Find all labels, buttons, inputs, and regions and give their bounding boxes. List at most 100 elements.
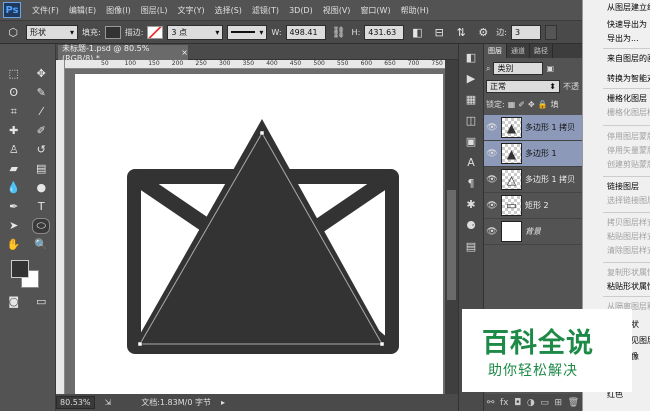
character-panel-icon[interactable]: A bbox=[461, 154, 481, 170]
eye-icon[interactable]: 👁 bbox=[486, 123, 498, 133]
sides-field[interactable]: 3 bbox=[510, 24, 541, 40]
link-dimensions-icon[interactable]: ⛓ bbox=[330, 24, 348, 40]
layer-row[interactable]: 👁 △ 多边形 1 拷贝 bbox=[484, 167, 582, 193]
eye-icon[interactable]: 👁 bbox=[486, 149, 498, 159]
history-brush-tool-icon[interactable]: ↺ bbox=[32, 142, 50, 158]
stroke-type-select[interactable]: ▾ bbox=[227, 24, 268, 40]
marquee-tool-icon[interactable]: ⬚ bbox=[5, 66, 23, 82]
eye-icon[interactable]: 👁 bbox=[486, 175, 498, 185]
export-icon[interactable]: ⇲ bbox=[105, 398, 112, 407]
menu-3d[interactable]: 3D(D) bbox=[284, 6, 318, 15]
fx-icon[interactable]: fx bbox=[500, 398, 509, 408]
eye-icon[interactable]: 👁 bbox=[486, 201, 498, 211]
fill-swatch[interactable] bbox=[104, 25, 121, 39]
zoom-tool-icon[interactable]: 🔍 bbox=[32, 237, 50, 253]
context-menu-item[interactable]: 导出为... bbox=[607, 33, 639, 44]
menu-view[interactable]: 视图(V) bbox=[318, 5, 356, 16]
context-menu-item[interactable]: 粘贴形状属性 bbox=[607, 281, 650, 292]
styles-panel-icon[interactable]: ▣ bbox=[461, 133, 481, 149]
menu-help[interactable]: 帮助(H) bbox=[396, 5, 434, 16]
align-edges-checkbox[interactable] bbox=[544, 24, 557, 40]
context-menu-item[interactable]: 快速导出为 bbox=[607, 19, 647, 30]
mode-select[interactable]: 形状 ▾ bbox=[26, 24, 78, 40]
path-select-tool-icon[interactable]: ➤ bbox=[5, 218, 23, 234]
context-menu-item[interactable]: 链接图层 bbox=[607, 181, 639, 192]
scrollbar-thumb[interactable] bbox=[447, 190, 456, 300]
height-field[interactable]: 431.63 bbox=[364, 24, 405, 40]
layer-row[interactable]: 👁 ▭ 矩形 2 bbox=[484, 193, 582, 219]
filter-image-icon[interactable]: ▣ bbox=[546, 64, 554, 73]
shape-tool-icon[interactable]: ⬭ bbox=[32, 217, 51, 234]
type-tool-icon[interactable]: T bbox=[32, 199, 50, 215]
menu-edit[interactable]: 编辑(E) bbox=[64, 5, 101, 16]
blend-mode-select[interactable]: 正常 ⬍ bbox=[486, 80, 560, 93]
brush-panel-icon[interactable]: ✱ bbox=[461, 196, 481, 212]
anchor-point[interactable] bbox=[137, 341, 143, 347]
tab-layers[interactable]: 图层 bbox=[484, 44, 507, 58]
paragraph-panel-icon[interactable]: ¶ bbox=[461, 175, 481, 191]
path-operations-icon[interactable]: ◧ bbox=[408, 24, 426, 40]
menu-image[interactable]: 图像(I) bbox=[101, 5, 136, 16]
eyedropper-tool-icon[interactable]: ⁄ bbox=[32, 104, 50, 120]
layer-row[interactable]: 👁 ▲ 多边形 1 bbox=[484, 141, 582, 167]
document-tab[interactable]: 未标题-1.psd @ 80.5%(RGB/8) * × bbox=[58, 44, 188, 63]
stroke-swatch[interactable] bbox=[147, 25, 164, 39]
adjust-icon[interactable]: ◑ bbox=[527, 398, 535, 408]
link-icon[interactable]: ⚯ bbox=[487, 398, 495, 408]
folder-icon[interactable]: ▭ bbox=[540, 398, 549, 408]
path-alignment-icon[interactable]: ⊟ bbox=[430, 24, 448, 40]
context-menu-item[interactable]: 栅格化图层 bbox=[607, 93, 647, 104]
context-menu-item[interactable]: 从图层建立组... bbox=[607, 2, 650, 13]
menu-layer[interactable]: 图层(L) bbox=[136, 5, 173, 16]
gear-icon[interactable]: ⚙ bbox=[474, 24, 492, 40]
quick-select-tool-icon[interactable]: ✎ bbox=[32, 85, 50, 101]
clone-stamp-tool-icon[interactable]: ♙ bbox=[5, 142, 23, 158]
canvas-area[interactable] bbox=[65, 69, 445, 394]
width-field[interactable]: 498.41 bbox=[285, 24, 326, 40]
anchor-point[interactable] bbox=[379, 341, 385, 347]
tool-presets-icon[interactable]: ⚈ bbox=[461, 217, 481, 233]
healing-brush-tool-icon[interactable]: ✚ bbox=[5, 123, 23, 139]
menu-window[interactable]: 窗口(W) bbox=[355, 5, 395, 16]
context-menu-item[interactable]: 来自图层的画板... bbox=[607, 53, 650, 64]
layer-row[interactable]: 👁 ▲ 多边形 1 拷贝 bbox=[484, 115, 582, 141]
kind-filter-select[interactable]: 类别 bbox=[493, 62, 544, 75]
play-icon[interactable]: ▶ bbox=[461, 70, 481, 86]
move-tool-icon[interactable]: ✥ bbox=[32, 66, 50, 82]
chevron-right-icon[interactable]: ▸ bbox=[221, 398, 225, 407]
vertical-scrollbar[interactable] bbox=[445, 60, 458, 394]
new-icon[interactable]: ⊞ bbox=[554, 398, 562, 408]
adjustments-panel-icon[interactable]: ◫ bbox=[461, 112, 481, 128]
menu-filter[interactable]: 滤镜(T) bbox=[247, 5, 284, 16]
polygon-tool-preset-icon[interactable]: ⬡ bbox=[4, 24, 22, 40]
layer-row[interactable]: 👁 背景 bbox=[484, 219, 582, 245]
screen-mode-icon[interactable]: ▭ bbox=[32, 294, 50, 310]
lock-all-icon[interactable]: 🔒 bbox=[538, 100, 548, 109]
hand-tool-icon[interactable]: ✋ bbox=[5, 237, 23, 253]
swatches-panel-icon[interactable]: ▦ bbox=[461, 91, 481, 107]
trash-icon[interactable]: 🗑 bbox=[568, 398, 579, 408]
foreground-color[interactable] bbox=[11, 260, 29, 278]
brush-tool-icon[interactable]: ✐ bbox=[32, 123, 50, 139]
grid-panel-icon[interactable]: ▤ bbox=[461, 238, 481, 254]
zoom-level[interactable]: 80.53% bbox=[56, 396, 95, 409]
tab-channels[interactable]: 通道 bbox=[507, 44, 530, 58]
dodge-tool-icon[interactable]: ● bbox=[32, 180, 50, 196]
lock-position-icon[interactable]: ✥ bbox=[528, 100, 535, 109]
anchor-point[interactable] bbox=[259, 130, 265, 136]
menu-type[interactable]: 文字(Y) bbox=[172, 5, 209, 16]
crop-tool-icon[interactable]: ⌗ bbox=[5, 104, 23, 120]
pen-tool-icon[interactable]: ✒ bbox=[5, 199, 23, 215]
quick-mask-icon[interactable]: ◙ bbox=[5, 294, 23, 310]
history-panel-icon[interactable]: ◧ bbox=[461, 49, 481, 65]
eraser-tool-icon[interactable]: ▰ bbox=[5, 161, 23, 177]
menu-file[interactable]: 文件(F) bbox=[27, 5, 64, 16]
path-arrange-icon[interactable]: ⇅ bbox=[452, 24, 470, 40]
document-canvas[interactable] bbox=[75, 74, 443, 394]
lock-paint-icon[interactable]: ✐ bbox=[518, 100, 525, 109]
lock-transparent-icon[interactable]: ▦ bbox=[508, 100, 516, 109]
lasso-tool-icon[interactable]: ʘ bbox=[5, 85, 23, 101]
gradient-tool-icon[interactable]: ▤ bbox=[32, 161, 50, 177]
mask-icon[interactable]: ◘ bbox=[514, 398, 521, 408]
tab-paths[interactable]: 路径 bbox=[530, 44, 553, 58]
